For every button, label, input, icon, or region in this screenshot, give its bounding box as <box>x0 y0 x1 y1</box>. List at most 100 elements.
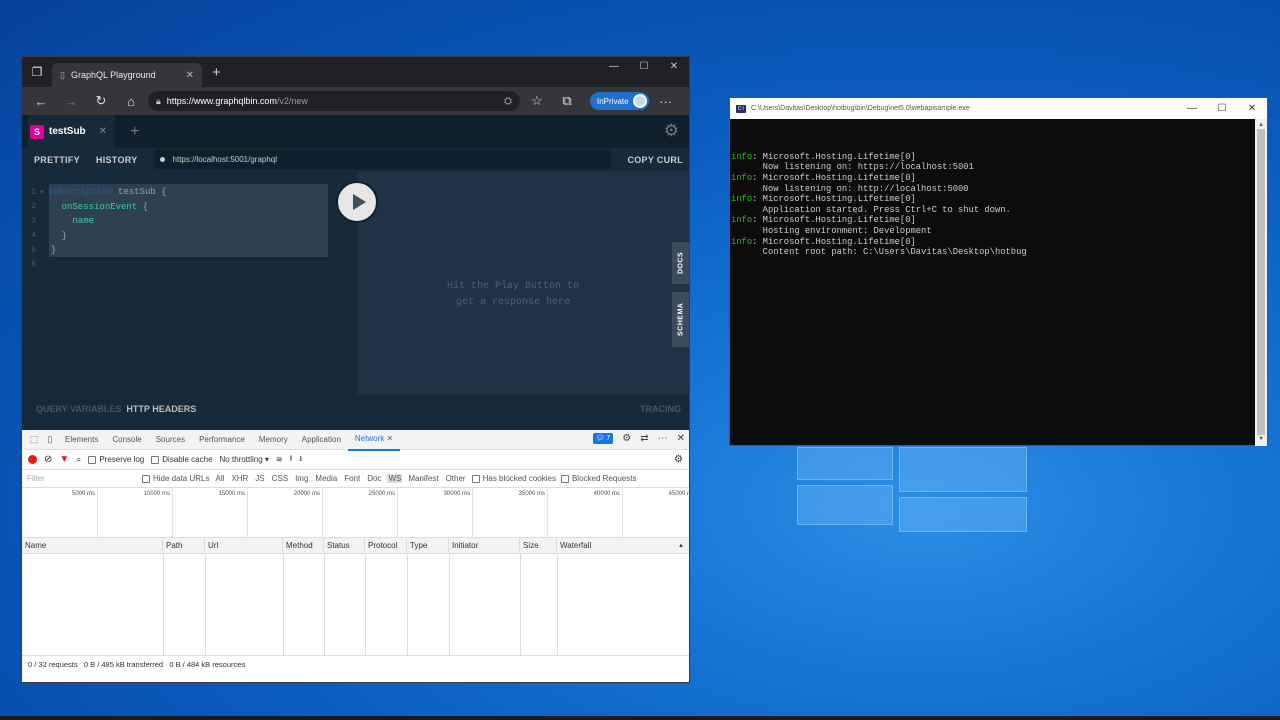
column-url[interactable]: Url <box>205 537 283 554</box>
column-path[interactable]: Path <box>163 537 205 554</box>
tab-memory[interactable]: Memory <box>252 430 295 450</box>
type-filter-all[interactable]: All <box>214 474 225 483</box>
export-har-icon[interactable]: ⭳ <box>299 453 302 467</box>
minimize-icon[interactable]: — <box>599 57 629 77</box>
inprivate-badge[interactable]: InPrivate <box>590 92 649 110</box>
filter-icon[interactable]: ▼ <box>59 454 69 465</box>
record-icon[interactable] <box>28 455 37 464</box>
type-filter-ws[interactable]: WS <box>387 474 403 483</box>
tab-performance[interactable]: Performance <box>192 430 252 450</box>
tab-application[interactable]: Application <box>295 430 348 450</box>
playground-tabs: S testSub ✕ + ⚙ <box>22 115 689 148</box>
more-menu-icon[interactable]: ⋯ <box>658 433 668 444</box>
type-filter-media[interactable]: Media <box>314 474 338 483</box>
network-conditions-icon[interactable]: ≋ <box>276 455 283 464</box>
playground-tab[interactable]: S testSub ✕ <box>28 115 116 148</box>
devtools-tabs: ⬚ ▯ Elements Console Sources Performance… <box>22 429 689 451</box>
query-variables-tab[interactable]: QUERY VARIABLES <box>36 404 121 414</box>
history-button[interactable]: HISTORY <box>96 155 138 165</box>
filter-input[interactable]: Filter <box>27 474 137 483</box>
search-icon[interactable]: ⌕ <box>76 454 81 465</box>
column-size[interactable]: Size <box>520 537 557 554</box>
column-protocol[interactable]: Protocol <box>365 537 407 554</box>
add-tab-icon[interactable]: + <box>130 123 139 141</box>
throttling-select[interactable]: No throttling ▾ <box>220 455 269 464</box>
column-name[interactable]: Name <box>22 537 163 554</box>
close-window-icon[interactable]: ✕ <box>659 57 689 77</box>
url-path: /v2/new <box>276 96 308 106</box>
endpoint-input[interactable]: https://localhost:5001/graphql <box>153 150 612 169</box>
minimize-icon[interactable]: — <box>1177 98 1207 119</box>
clear-icon[interactable]: ⊘ <box>44 454 52 465</box>
has-blocked-cookies-checkbox[interactable]: Has blocked cookies <box>471 474 556 483</box>
type-filter-img[interactable]: Img <box>294 474 309 483</box>
column-type[interactable]: Type <box>407 537 449 554</box>
play-button[interactable] <box>336 181 378 223</box>
console-output[interactable]: ▲ ▼ info: Microsoft.Hosting.Lifetime[0] … <box>730 119 1267 446</box>
prettify-button[interactable]: PRETTIFY <box>34 155 80 165</box>
type-filter-font[interactable]: Font <box>343 474 361 483</box>
filter-bar: Filter Hide data URLs All XHR JS CSS Img Medi… <box>22 470 689 488</box>
connect-icon[interactable]: ⇄ <box>640 433 648 444</box>
tab-actions-icon[interactable]: ❐ <box>22 57 52 87</box>
tab-sources[interactable]: Sources <box>149 430 192 450</box>
more-menu-icon[interactable]: ··· <box>653 94 679 109</box>
favorites-icon[interactable]: ☆ <box>524 93 550 109</box>
column-waterfall[interactable]: Waterfall ▲ <box>557 538 689 554</box>
timeline-tick: 5000 ms <box>72 488 98 538</box>
tab-network[interactable]: Network ✕ <box>347 429 401 451</box>
close-tab-icon[interactable]: ✕ <box>386 434 393 443</box>
disable-cache-checkbox[interactable]: Disable cache <box>151 455 213 464</box>
type-filter-css[interactable]: CSS <box>271 474 289 483</box>
playground-tab-name: testSub <box>49 126 86 137</box>
type-filter-manifest[interactable]: Manifest <box>407 474 439 483</box>
home-icon[interactable]: ⌂ <box>118 94 144 109</box>
docs-tab[interactable]: DOCS <box>672 242 689 284</box>
forward-icon[interactable]: → <box>58 94 84 109</box>
network-settings-icon[interactable]: ⚙ <box>674 454 683 465</box>
line-number: 4 <box>31 231 36 241</box>
console-line: info: Microsoft.Hosting.Lifetime[0] <box>731 194 916 205</box>
sort-arrow-icon[interactable]: ▲ <box>678 538 684 554</box>
collections-icon[interactable]: ⧉ <box>554 93 580 109</box>
address-bar[interactable]: 🔒︎ https://www.graphqlbin.com/v2/new ⛭ <box>148 91 520 111</box>
schema-tab[interactable]: SCHEMA <box>672 292 689 347</box>
device-toolbar-icon[interactable]: ▯ <box>42 434 58 445</box>
preserve-log-checkbox[interactable]: Preserve log <box>88 455 144 464</box>
type-filter-xhr[interactable]: XHR <box>230 474 249 483</box>
refresh-icon[interactable]: ↻ <box>88 93 114 109</box>
inspect-element-icon[interactable]: ⬚ <box>26 434 42 445</box>
close-devtools-icon[interactable]: ✕ <box>677 433 685 444</box>
console-line: info: Microsoft.Hosting.Lifetime[0] <box>731 215 916 226</box>
blocked-requests-checkbox[interactable]: Blocked Requests <box>560 474 636 483</box>
requests-summary: 0 / 32 requests 0 B / 485 kB transferred… <box>28 660 246 669</box>
back-icon[interactable]: ← <box>28 94 54 109</box>
new-tab-icon[interactable]: + <box>212 64 221 81</box>
console-scrollbar[interactable]: ▲ ▼ <box>1255 119 1267 446</box>
settings-gear-icon[interactable]: ⚙ <box>664 121 679 141</box>
column-initiator[interactable]: Initiator <box>449 537 520 554</box>
tracing-tab[interactable]: TRACING <box>640 404 681 414</box>
copy-curl-button[interactable]: COPY CURL <box>627 155 683 165</box>
settings-gear-icon[interactable]: ⚙ <box>622 433 631 444</box>
close-tab-icon[interactable]: ✕ <box>99 126 107 137</box>
tab-console[interactable]: Console <box>105 430 148 450</box>
browser-tab[interactable]: ▯ GraphQL Playground ✕ <box>52 63 202 87</box>
query-editor[interactable]: 1 ▾ subscription testSub { 2 onSessionEve… <box>22 171 357 395</box>
import-har-icon[interactable]: ⭱ <box>290 453 293 467</box>
maximize-icon[interactable]: ☐ <box>629 57 659 77</box>
type-filter-doc[interactable]: Doc <box>366 474 382 483</box>
close-tab-icon[interactable]: ✕ <box>186 70 194 81</box>
column-method[interactable]: Method <box>283 537 324 554</box>
site-permissions-icon[interactable]: ⛭ <box>504 96 512 107</box>
console-line: Application started. Press Ctrl+C to shu… <box>731 204 1011 215</box>
maximize-icon[interactable]: ☐ <box>1207 98 1237 119</box>
type-filter-js[interactable]: JS <box>254 474 265 483</box>
column-status[interactable]: Status <box>324 537 365 554</box>
close-window-icon[interactable]: ✕ <box>1237 98 1267 119</box>
http-headers-tab[interactable]: HTTP HEADERS <box>126 404 196 414</box>
hide-data-urls-checkbox[interactable]: Hide data URLs <box>142 474 209 483</box>
messages-badge[interactable]: 💬︎ 7 <box>592 433 614 444</box>
tab-elements[interactable]: Elements <box>58 430 105 450</box>
type-filter-other[interactable]: Other <box>445 474 467 483</box>
